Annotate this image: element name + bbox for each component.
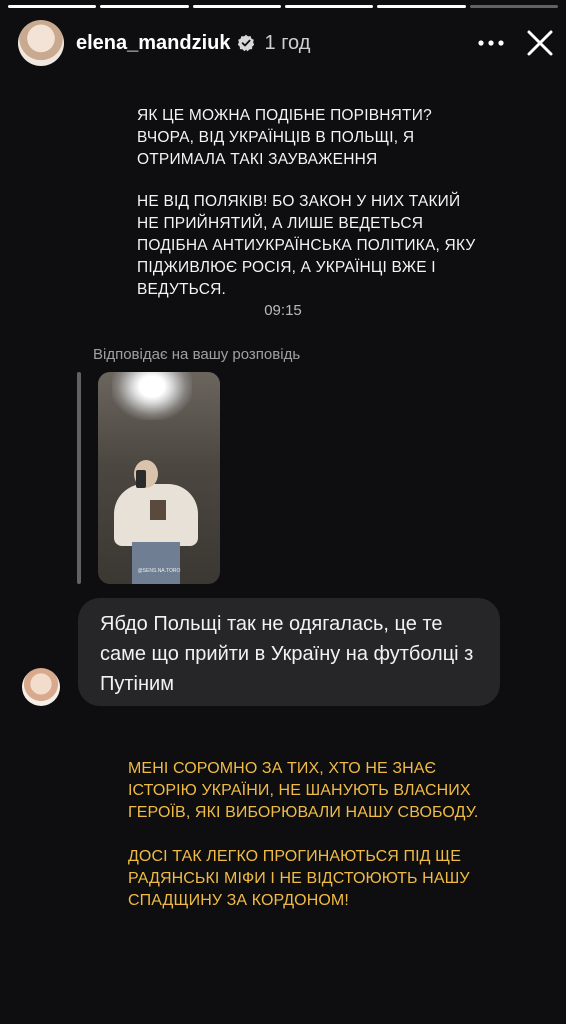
progress-segment [377,5,466,8]
story-text-bottom: МЕНІ СОРОМНО ЗА ТИХ, ХТО НЕ ЗНАЄ ІСТОРІЮ… [128,758,498,934]
verified-badge-icon [237,34,255,52]
sweatshirt-print-graphic [150,500,166,520]
story-text-paragraph: ЯК ЦЕ МОЖНА ПОДІБНЕ ПОРІВНЯТИ? ВЧОРА, ВІ… [137,107,432,168]
post-time: 1 год [264,31,311,54]
story-header: elena_mandziuk 1 год [18,18,554,68]
reply-context-label: Відповідає на вашу розповідь [93,346,301,363]
profile-avatar[interactable] [18,20,64,66]
story-text-paragraph: НЕ ВІД ПОЛЯКІВ! БО ЗАКОН У НИХ ТАКИЙ НЕ … [137,193,476,298]
progress-segment [469,5,558,8]
close-icon[interactable] [526,29,554,57]
progress-segment [8,5,97,8]
progress-segment [100,5,189,8]
more-icon[interactable] [478,40,504,46]
progress-segment [192,5,281,8]
username[interactable]: elena_mandziuk [76,32,231,55]
story-thumbnail[interactable]: @SENS.NA.TORO [98,372,220,584]
reply-quote-bar [77,372,81,584]
chandelier-graphic [112,372,192,420]
jeans-graphic [132,542,180,584]
story-text-top: ЯК ЦЕ МОЖНА ПОДІБНЕ ПОРІВНЯТИ? ВЧОРА, ВІ… [137,105,497,321]
story-text-paragraph: ДОСІ ТАК ЛЕГКО ПРОГИНАЮТЬСЯ ПІД ЩЕ РАДЯН… [128,848,470,909]
story-progress-bar [8,5,558,8]
sender-avatar[interactable] [22,668,60,706]
story-text-paragraph: МЕНІ СОРОМНО ЗА ТИХ, ХТО НЕ ЗНАЄ ІСТОРІЮ… [128,760,479,821]
reply-message-bubble: Ябдо Польщі так не одягалась, це те саме… [78,598,500,706]
thumbnail-watermark: @SENS.NA.TORO [137,568,181,574]
message-timestamp: 09:15 [264,302,302,319]
progress-segment [284,5,374,8]
phone-graphic [136,470,146,488]
